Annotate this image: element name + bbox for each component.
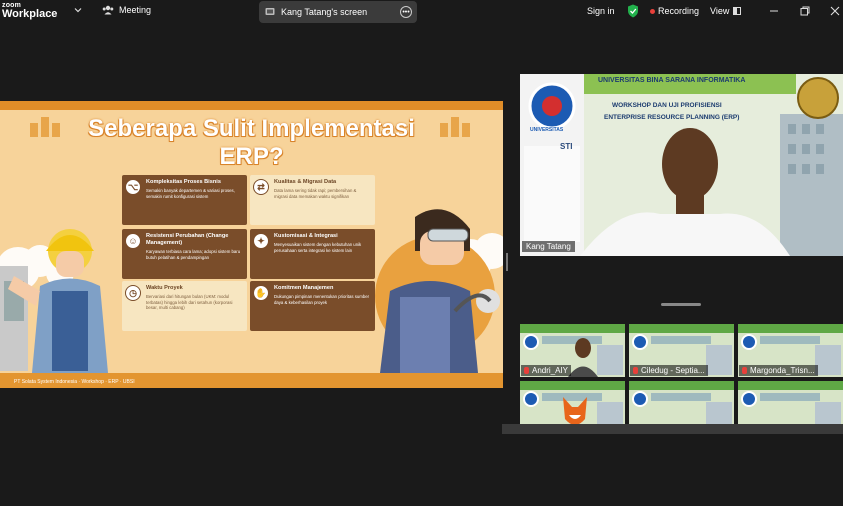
banner-title: UNIVERSITAS BINA SARANA INFORMATIKA bbox=[598, 77, 746, 84]
more-options-icon[interactable]: ••• bbox=[400, 6, 412, 18]
split-resize-handle[interactable] bbox=[506, 253, 508, 271]
card-title: Waktu Proyek bbox=[146, 285, 183, 291]
card-title: Kustomisasi & Integrasi bbox=[274, 233, 338, 239]
meeting-menu[interactable]: Meeting bbox=[102, 5, 151, 15]
slide-title-line2: ERP? bbox=[219, 143, 284, 170]
card-title: Komitmen Manajemen bbox=[274, 285, 334, 291]
clock-icon: ◷ bbox=[125, 285, 141, 301]
muted-mic-icon bbox=[742, 367, 747, 374]
card-komitmen: ✋ Komitmen Manajemen Dukungan pimpinan m… bbox=[250, 281, 375, 331]
view-button[interactable]: View bbox=[710, 6, 742, 16]
card-kualitas-data: ⇄ Kualitas & Migrasi Data Data lama seri… bbox=[250, 175, 375, 225]
top-bar: zoom Workplace Meeting Kang Tatang's scr… bbox=[0, 0, 843, 24]
recording-label: Recording bbox=[658, 6, 700, 16]
card-desc: Dukungan pimpinan menentukan prioritas s… bbox=[274, 294, 370, 305]
speaker-name-tag: Kang Tatang bbox=[522, 241, 575, 252]
screen-share-icon bbox=[265, 8, 275, 15]
card-kustomisasi: ✦ Kustomisasi & Integrasi Menyesuaikan s… bbox=[250, 229, 375, 279]
slide-footer: PT Solata System Indonesia · Workshop · … bbox=[14, 379, 135, 385]
minimize-icon[interactable] bbox=[767, 4, 781, 18]
view-label: View bbox=[710, 6, 730, 16]
view-layout-icon bbox=[733, 7, 742, 15]
people-icon: ☺ bbox=[125, 233, 141, 249]
muted-mic-icon bbox=[633, 367, 638, 374]
participant-name: Ciledug - Septia... bbox=[641, 366, 705, 375]
card-waktu-proyek: ◷ Waktu Proyek Bervariasi dari hitungan … bbox=[122, 281, 247, 331]
card-desc: Bervariasi dari hitungan bulan (UKM: mod… bbox=[146, 294, 233, 310]
participant-name: Andri_AIY bbox=[532, 366, 569, 375]
card-title: Kompleksitas Proses Bisnis bbox=[146, 179, 221, 185]
card-resistensi: ☺ Resistensi Perubahan (Change Managemen… bbox=[122, 229, 247, 279]
speaker-video[interactable]: UNIVERSITAS BINA SARANA INFORMATIKA WORK… bbox=[520, 74, 843, 256]
card-desc: Semakin banyak departemen & variasi pros… bbox=[146, 188, 235, 199]
slide-title: Seberapa Sulit Implementasi ERP? bbox=[0, 115, 503, 171]
card-desc: Menyesuaikan sistem dengan kebutuhan uni… bbox=[274, 242, 362, 253]
card-title: Resistensi Perubahan (Change Management) bbox=[146, 233, 229, 246]
participants-icon bbox=[102, 5, 114, 15]
slide-title-line1: Seberapa Sulit Implementasi bbox=[88, 115, 415, 142]
zoom-workplace-logo: zoom Workplace bbox=[2, 2, 57, 20]
meeting-label: Meeting bbox=[119, 5, 152, 15]
shared-screen-pill[interactable]: Kang Tatang's screen ••• bbox=[259, 1, 417, 23]
participant-tile[interactable]: Ciledug - Septia... bbox=[629, 324, 734, 377]
close-icon[interactable] bbox=[828, 4, 842, 18]
logo-line2: Workplace bbox=[2, 8, 58, 20]
participant-video-person bbox=[568, 338, 598, 377]
sign-in-button[interactable]: Sign in bbox=[587, 6, 615, 16]
shared-screen-slide: Seberapa Sulit Implementasi ERP? ⌥ Kompl… bbox=[0, 101, 503, 388]
card-desc: Data lama sering tidak rapi; pembersihan… bbox=[274, 188, 357, 199]
participant-label: Margonda_Trisn... bbox=[739, 365, 818, 376]
panel-drag-handle[interactable] bbox=[661, 303, 701, 306]
participant-name: Margonda_Trisn... bbox=[750, 366, 815, 375]
gallery-scroll-strip[interactable] bbox=[502, 424, 843, 434]
participant-tile[interactable]: Andri_AIY bbox=[520, 324, 625, 377]
handshake-icon: ✋ bbox=[253, 285, 269, 301]
data-migration-icon: ⇄ bbox=[253, 179, 269, 195]
card-kompleksitas: ⌥ Kompleksitas Proses Bisnis Semakin ban… bbox=[122, 175, 247, 225]
participant-gallery: Andri_AIY Ciledug - Septia... Margonda_T… bbox=[520, 324, 843, 434]
security-shield-icon[interactable] bbox=[627, 4, 639, 18]
card-title: Kualitas & Migrasi Data bbox=[274, 179, 337, 185]
participant-label: Ciledug - Septia... bbox=[630, 365, 708, 376]
participant-tile[interactable]: Margonda_Trisn... bbox=[738, 324, 843, 377]
restore-icon[interactable] bbox=[798, 4, 812, 18]
banner-sub2: ENTERPRISE RESOURCE PLANNING (ERP) bbox=[604, 114, 740, 121]
university-logo-text: UNIVERSITAS bbox=[530, 127, 564, 133]
partner-logo: STI bbox=[560, 142, 573, 151]
muted-mic-icon bbox=[524, 367, 529, 374]
recording-dot-icon bbox=[650, 8, 655, 14]
worker-right-figure bbox=[375, 209, 500, 373]
recording-indicator[interactable]: Recording bbox=[650, 6, 699, 16]
participant-label: Andri_AIY bbox=[521, 365, 572, 376]
card-desc: Karyawan terbiasa cara lama; adopsi sist… bbox=[146, 249, 241, 260]
banner-sub1: WORKSHOP DAN UJI PROFISIENSI bbox=[612, 102, 722, 109]
puzzle-icon: ✦ bbox=[253, 233, 269, 249]
chevron-down-icon[interactable] bbox=[74, 6, 82, 14]
org-chart-icon: ⌥ bbox=[125, 179, 141, 195]
shared-screen-label: Kang Tatang's screen bbox=[281, 7, 368, 17]
